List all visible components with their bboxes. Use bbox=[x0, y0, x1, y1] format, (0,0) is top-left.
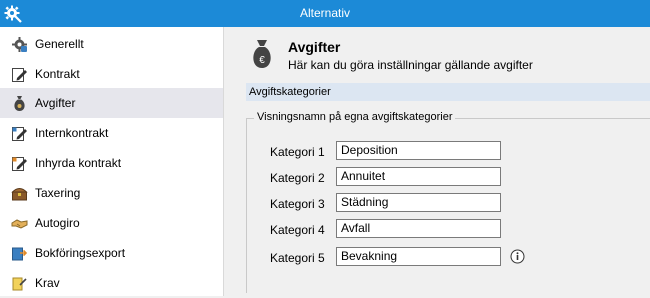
sidebar-item-taxering[interactable]: Taxering bbox=[0, 178, 223, 208]
rented-contract-icon bbox=[12, 157, 27, 171]
section-header: Avgiftskategorier bbox=[246, 83, 650, 101]
sidebar-item-generellt[interactable]: Generellt bbox=[0, 29, 223, 59]
sidebar-item-label: Krav bbox=[35, 276, 60, 290]
money-bag-icon bbox=[14, 96, 25, 111]
treasure-chest-icon bbox=[11, 188, 28, 201]
page-subtitle: Här kan du göra inställningar gällande a… bbox=[288, 58, 533, 72]
category-4-label: Kategori 4 bbox=[270, 223, 325, 237]
title-bar: Alternativ bbox=[0, 0, 650, 27]
sidebar-item-autogiro[interactable]: Autogiro bbox=[0, 208, 223, 238]
sidebar-item-label: Avgifter bbox=[35, 96, 76, 110]
main-panel: € Avgifter Här kan du göra inställningar… bbox=[224, 27, 650, 296]
sidebar: Generellt Kontrakt Avgifter Internkontra… bbox=[0, 27, 224, 296]
euro-bag-icon: € bbox=[253, 40, 271, 68]
sidebar-item-kontrakt[interactable]: Kontrakt bbox=[0, 59, 223, 89]
sidebar-item-internkontrakt[interactable]: Internkontrakt bbox=[0, 118, 223, 148]
sidebar-item-inhyrda-kontrakt[interactable]: Inhyrda kontrakt bbox=[0, 148, 223, 178]
window-title: Alternativ bbox=[299, 6, 351, 20]
category-3-label: Kategori 3 bbox=[270, 197, 325, 211]
svg-text:€: € bbox=[259, 55, 265, 66]
sidebar-item-label: Taxering bbox=[35, 186, 81, 200]
sidebar-item-bokforingsexport[interactable]: Bokföringsexport bbox=[0, 238, 223, 268]
sidebar-item-label: Kontrakt bbox=[35, 67, 80, 81]
demand-icon bbox=[12, 277, 27, 291]
category-2-input[interactable]: Annuitet bbox=[336, 167, 501, 186]
category-5-input[interactable]: Bevakning bbox=[336, 247, 501, 266]
group-legend: Visningsnamn på egna avgiftskategorier bbox=[254, 111, 456, 123]
page-title: Avgifter bbox=[288, 39, 341, 55]
category-5-label: Kategori 5 bbox=[270, 251, 325, 265]
info-icon[interactable] bbox=[510, 249, 525, 264]
section-title: Avgiftskategorier bbox=[249, 86, 331, 98]
gear-icon bbox=[12, 37, 27, 52]
sidebar-item-label: Autogiro bbox=[35, 216, 80, 230]
sidebar-item-label: Generellt bbox=[35, 37, 84, 51]
sidebar-item-avgifter[interactable]: Avgifter bbox=[0, 88, 223, 118]
category-1-label: Kategori 1 bbox=[270, 145, 325, 159]
category-2-label: Kategori 2 bbox=[270, 171, 325, 185]
export-icon bbox=[12, 247, 28, 261]
handshake-icon bbox=[11, 219, 28, 229]
category-4-input[interactable]: Avfall bbox=[336, 219, 501, 238]
sidebar-item-label: Bokföringsexport bbox=[35, 246, 126, 260]
internal-contract-icon bbox=[12, 127, 27, 141]
sidebar-item-label: Internkontrakt bbox=[35, 126, 109, 140]
sidebar-item-krav[interactable]: Krav bbox=[0, 268, 223, 298]
category-1-input[interactable]: Deposition bbox=[336, 141, 501, 160]
contract-edit-icon bbox=[12, 68, 27, 82]
sidebar-item-label: Inhyrda kontrakt bbox=[35, 156, 122, 170]
category-3-input[interactable]: Städning bbox=[336, 193, 501, 212]
